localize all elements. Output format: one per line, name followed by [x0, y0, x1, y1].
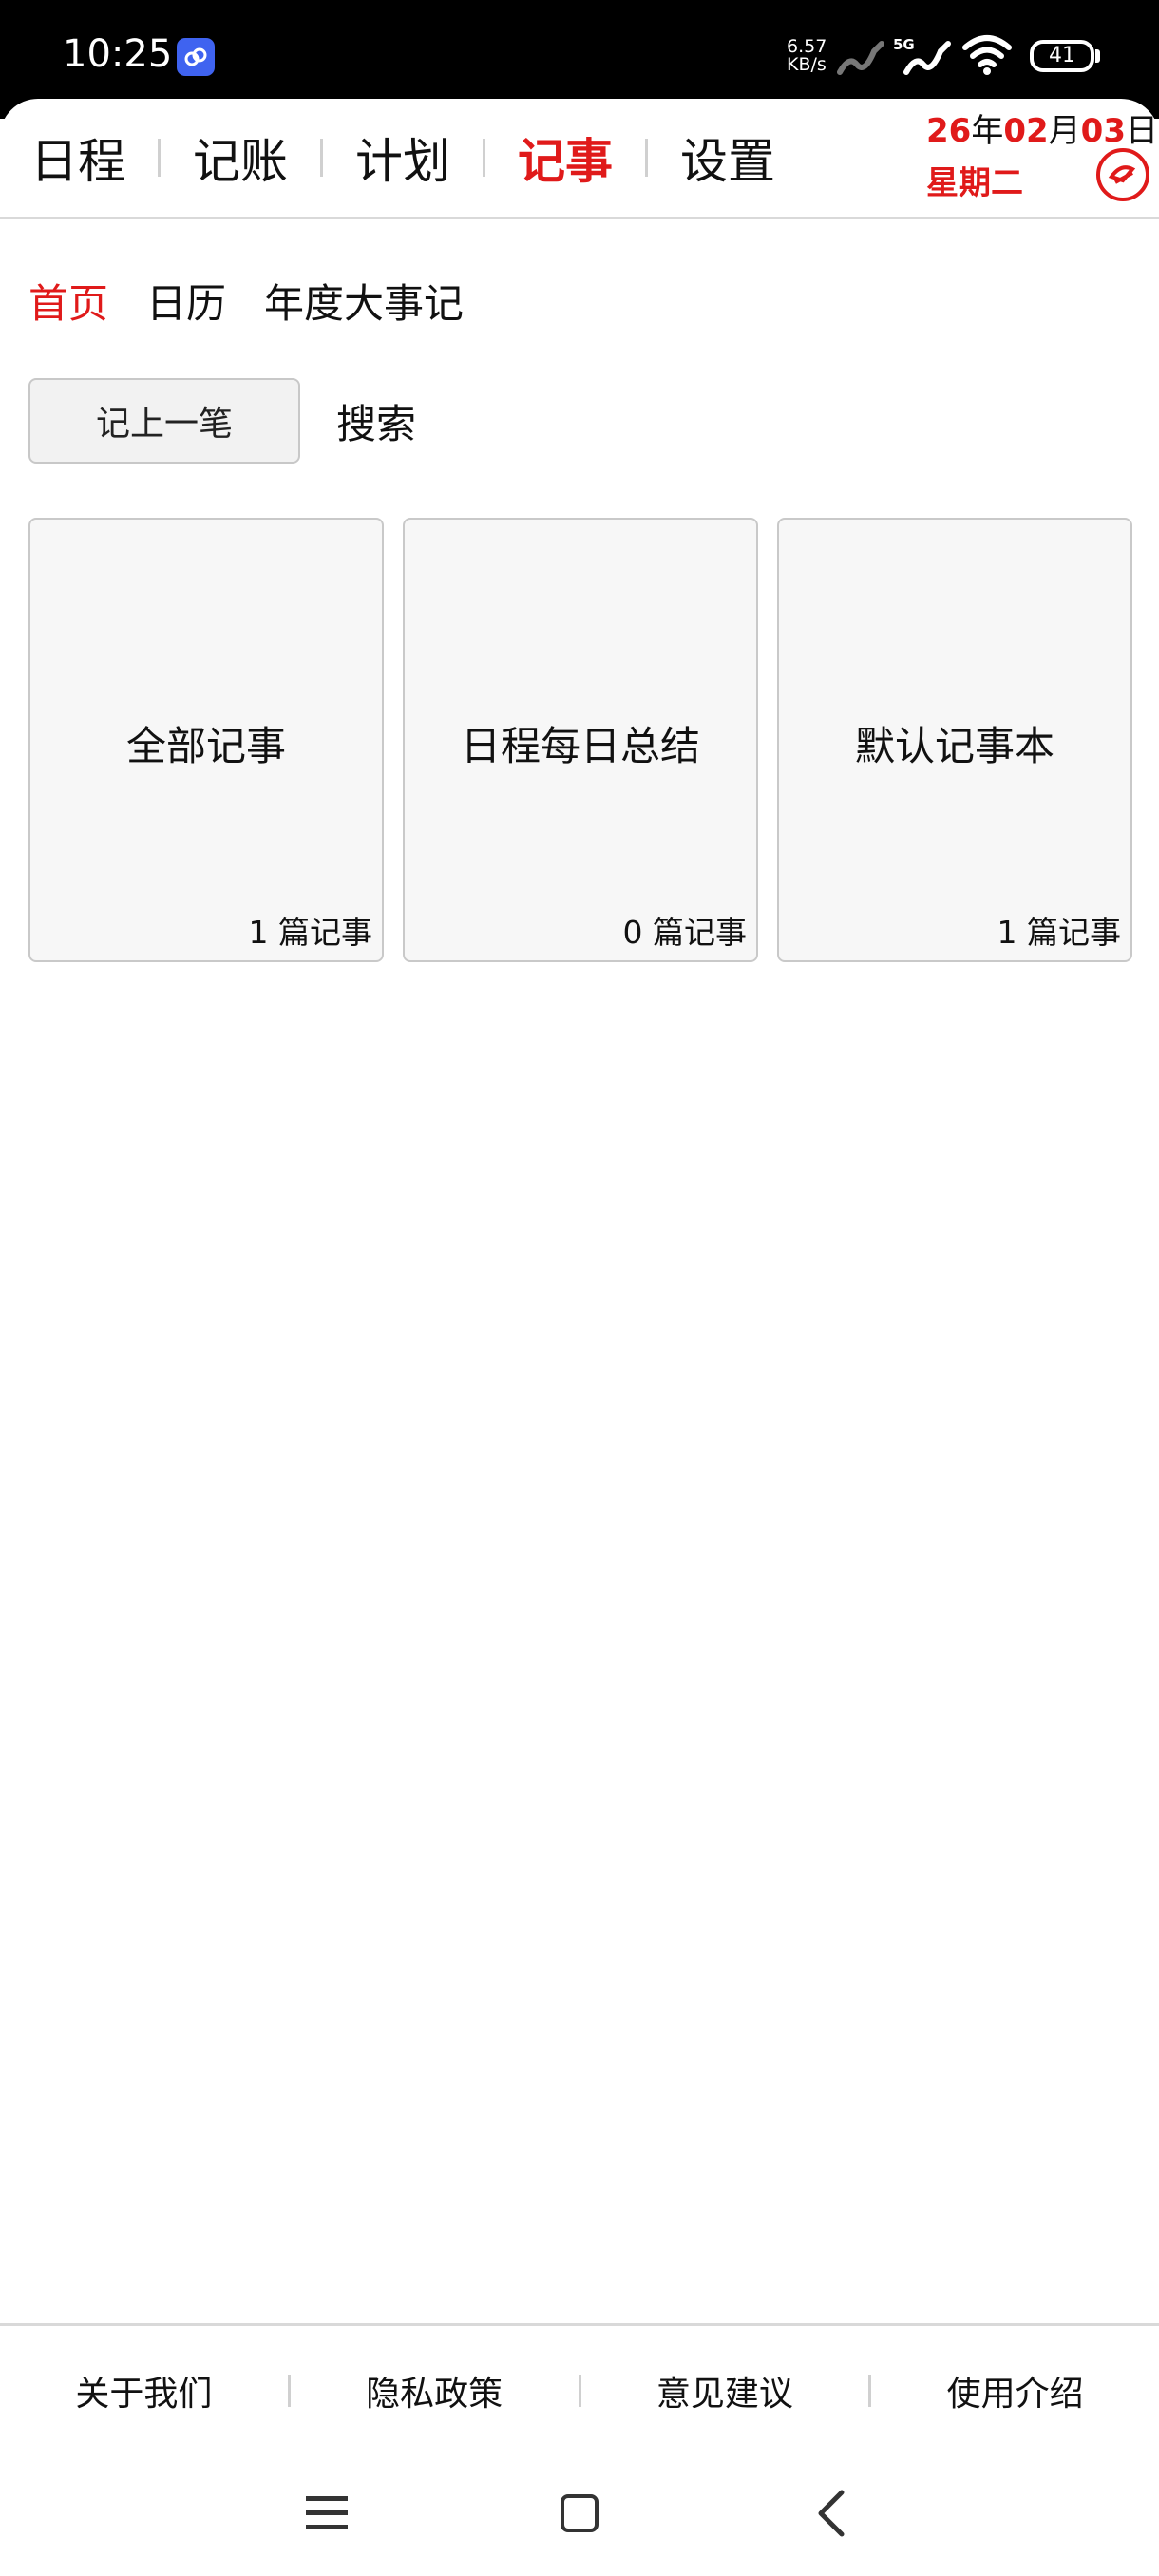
footer-about[interactable]: 关于我们: [0, 2366, 288, 2415]
main-tabs: 日程 记账 计划 记事 设置: [30, 123, 775, 192]
app-header: 日程 记账 计划 记事 设置 26年02月03日 星期二: [0, 99, 1159, 219]
logo-icon[interactable]: [1096, 148, 1150, 201]
new-note-button[interactable]: 记上一笔: [28, 378, 300, 464]
app-icon: [177, 38, 215, 76]
notebook-count: 1 篇记事: [997, 914, 1122, 951]
action-row: 记上一笔 搜索: [28, 378, 416, 464]
subnav-calendar[interactable]: 日历: [146, 272, 226, 330]
search-link[interactable]: 搜索: [336, 392, 416, 450]
net-speed: 6.57 KB/s: [787, 36, 827, 75]
status-time: 10:25: [63, 32, 173, 76]
notebook-title: 日程每日总结: [460, 723, 700, 769]
notebook-grid: 全部记事 1 篇记事 日程每日总结 0 篇记事 默认记事本 1 篇记事: [28, 518, 1132, 962]
notebook-count: 0 篇记事: [622, 914, 748, 951]
footer: 关于我们 隐私政策 意见建议 使用介绍: [0, 2323, 1159, 2455]
tab-divider: [158, 139, 161, 177]
tab-notes[interactable]: 记事: [518, 123, 613, 192]
tab-divider: [483, 139, 485, 177]
footer-feedback[interactable]: 意见建议: [581, 2366, 869, 2415]
home-icon[interactable]: [560, 2494, 598, 2532]
notebook-card-default[interactable]: 默认记事本 1 篇记事: [777, 518, 1132, 962]
system-nav-bar: [0, 2470, 1159, 2546]
notebook-card-all[interactable]: 全部记事 1 篇记事: [28, 518, 384, 962]
tab-bookkeeping[interactable]: 记账: [193, 123, 288, 192]
footer-guide[interactable]: 使用介绍: [871, 2366, 1159, 2415]
tab-settings[interactable]: 设置: [680, 123, 775, 192]
wifi-icon: [961, 32, 1013, 80]
sub-nav: 首页 日历 年度大事记: [28, 272, 502, 330]
back-icon[interactable]: [815, 2489, 847, 2542]
subnav-home[interactable]: 首页: [28, 272, 108, 330]
tab-schedule[interactable]: 日程: [30, 123, 125, 192]
tab-divider: [645, 139, 648, 177]
notebook-title: 默认记事本: [854, 723, 1054, 769]
notebook-card-daily-summary[interactable]: 日程每日总结 0 篇记事: [403, 518, 758, 962]
tab-divider: [320, 139, 323, 177]
battery-icon: 41: [1030, 40, 1094, 72]
battery-nub: [1095, 49, 1100, 63]
date-line: 26年02月03日: [926, 112, 1158, 150]
notebook-count: 1 篇记事: [248, 914, 373, 951]
subnav-annual-events[interactable]: 年度大事记: [264, 272, 464, 330]
notebook-title: 全部记事: [125, 723, 286, 769]
signal-5g-icon: [902, 36, 952, 82]
tab-plan[interactable]: 计划: [355, 123, 450, 192]
menu-icon[interactable]: [306, 2494, 348, 2536]
footer-privacy[interactable]: 隐私政策: [291, 2366, 579, 2415]
signal-icon: [836, 36, 885, 82]
